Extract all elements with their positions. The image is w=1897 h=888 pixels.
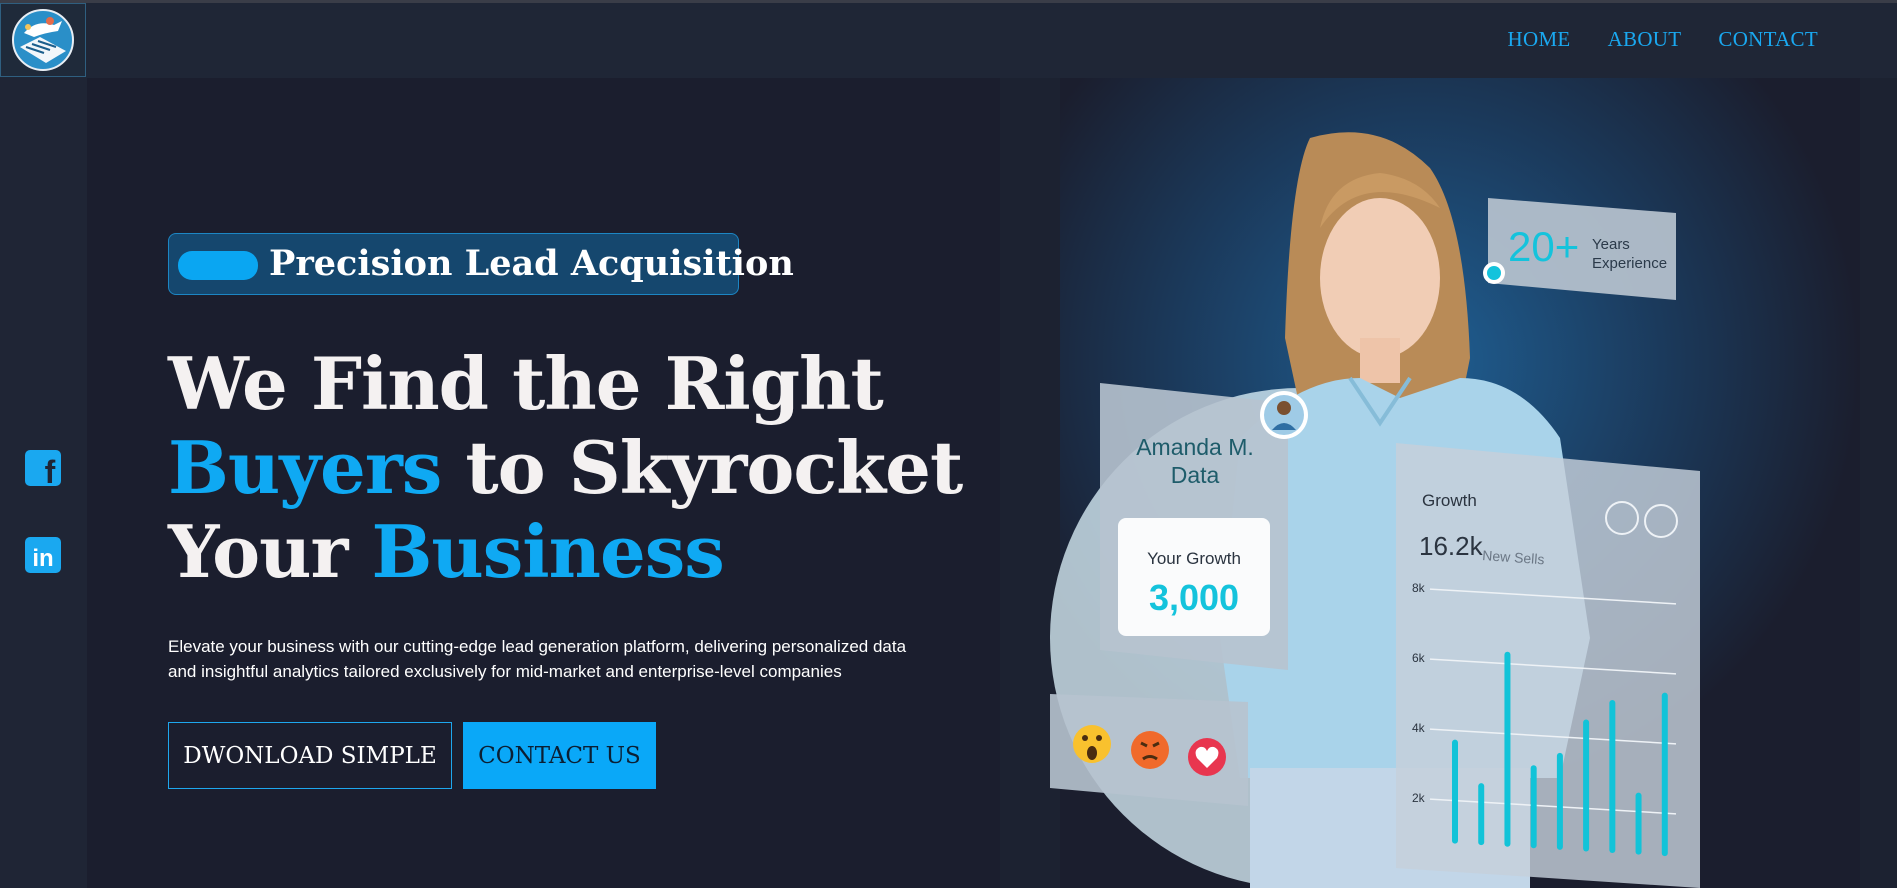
hero-illustration: 20+ Years Experience Amanda M. Data Your… bbox=[1000, 78, 1897, 888]
facebook-glyph: f bbox=[45, 454, 56, 487]
experience-card: 20+ Years Experience bbox=[1483, 198, 1676, 300]
headline-accent-buyers: Buyers bbox=[168, 425, 442, 510]
experience-value: 20+ bbox=[1508, 223, 1579, 270]
nav-link-home[interactable]: HOME bbox=[1508, 27, 1571, 52]
facebook-link[interactable]: f bbox=[24, 449, 62, 490]
contact-us-button[interactable]: CONTACT US bbox=[463, 722, 656, 789]
headline-line-1: We Find the Right bbox=[168, 341, 884, 426]
tagline-badge: Precision Lead Acquisition bbox=[168, 233, 794, 295]
growth-card-label: Your Growth bbox=[1147, 549, 1241, 568]
download-sample-button[interactable]: DWONLOAD SIMPLE bbox=[168, 722, 452, 789]
headline-line-2-rest: to Skyrocket bbox=[441, 425, 963, 510]
experience-label-1: Years bbox=[1592, 236, 1630, 253]
badge-pill bbox=[178, 251, 258, 280]
linkedin-glyph: in bbox=[32, 545, 53, 572]
hero-illustration-svg: 20+ Years Experience Amanda M. Data Your… bbox=[1000, 78, 1897, 888]
facebook-icon: f bbox=[25, 450, 61, 490]
profile-card: Amanda M. Data Your Growth 3,000 bbox=[1100, 383, 1308, 670]
main-navigation: HOME ABOUT CONTACT bbox=[1508, 27, 1818, 52]
nav-link-about[interactable]: ABOUT bbox=[1608, 27, 1682, 52]
angry-emoji-icon bbox=[1131, 731, 1169, 769]
hero-headline: We Find the Right Buyers to Skyrocket Yo… bbox=[168, 341, 963, 594]
site-logo[interactable] bbox=[0, 3, 86, 77]
headline-line-3: Your Business bbox=[168, 510, 962, 594]
chart-value: 16.2k bbox=[1419, 531, 1484, 561]
badge-text: Precision Lead Acquisition bbox=[269, 243, 794, 284]
reactions-card bbox=[1050, 694, 1248, 806]
growth-card-value: 3,000 bbox=[1149, 577, 1239, 618]
logo-icon bbox=[12, 9, 74, 71]
linkedin-link[interactable]: in bbox=[24, 536, 62, 574]
linkedin-icon: in bbox=[25, 537, 61, 573]
growth-chart-card: Growth 16.2k New Sells 8k6k4k2k bbox=[1396, 443, 1700, 888]
hero-description: Elevate your business with our cutting-e… bbox=[168, 637, 907, 681]
experience-label-2: Experience bbox=[1592, 255, 1667, 272]
chart-title: Growth bbox=[1422, 491, 1477, 510]
profile-name-1: Amanda M. bbox=[1136, 434, 1254, 460]
chart-y-tick-label: 6k bbox=[1412, 651, 1426, 665]
headline-line-3-start: Your bbox=[168, 509, 372, 594]
chart-y-tick-label: 2k bbox=[1412, 791, 1426, 805]
profile-name-2: Data bbox=[1171, 462, 1220, 488]
nav-link-contact[interactable]: CONTACT bbox=[1718, 27, 1818, 52]
headline-line-2: Buyers to Skyrocket bbox=[168, 425, 963, 510]
chart-y-tick-label: 8k bbox=[1412, 581, 1426, 595]
headline-accent-business: Business bbox=[371, 509, 725, 594]
chart-y-tick-label: 4k bbox=[1412, 721, 1426, 735]
